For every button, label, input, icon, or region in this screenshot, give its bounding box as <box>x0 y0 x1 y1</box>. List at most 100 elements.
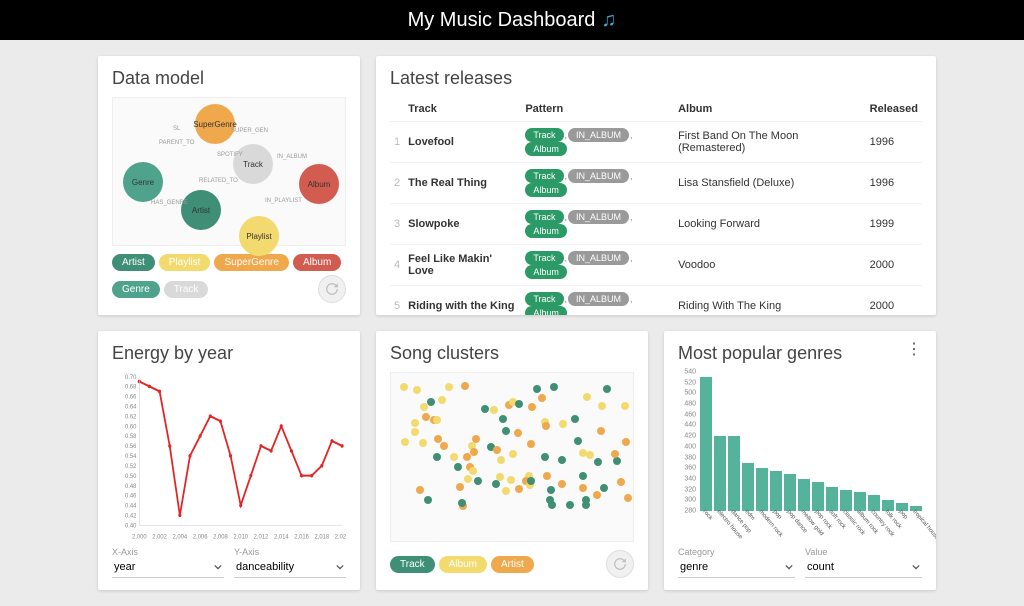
cluster-node[interactable] <box>474 477 482 485</box>
x-axis-select[interactable]: year <box>112 557 224 578</box>
table-row[interactable]: 4 Feel Like Makin' Love Track,IN_ALBUM,A… <box>390 245 922 286</box>
cluster-node[interactable] <box>507 476 515 484</box>
bar-pop[interactable]: pop <box>896 503 908 511</box>
cluster-node[interactable] <box>470 448 478 456</box>
cluster-node[interactable] <box>456 483 464 491</box>
cluster-node[interactable] <box>547 486 555 494</box>
cluster-node[interactable] <box>497 456 505 464</box>
graph-node-playlist[interactable]: Playlist <box>239 216 279 256</box>
category-select[interactable]: genre <box>678 557 795 578</box>
bar-country-rock[interactable]: country rock <box>868 495 880 511</box>
bar-soft-rock[interactable]: soft rock <box>826 487 838 511</box>
bar-mellow-gold[interactable]: mellow gold <box>798 479 810 511</box>
cluster-node[interactable] <box>515 400 523 408</box>
refresh-button[interactable] <box>318 275 346 303</box>
cluster-node[interactable] <box>527 440 535 448</box>
table-row[interactable]: 5 Riding with the King Track,IN_ALBUM,Al… <box>390 286 922 316</box>
cluster-node[interactable] <box>427 398 435 406</box>
graph-node-album[interactable]: Album <box>299 164 339 204</box>
cluster-node[interactable] <box>533 385 541 393</box>
card-menu-button[interactable]: ⋮ <box>906 343 922 357</box>
cluster-node[interactable] <box>558 480 566 488</box>
cluster-node[interactable] <box>603 385 611 393</box>
cluster-node[interactable] <box>461 382 469 390</box>
cluster-node[interactable] <box>527 477 535 485</box>
bar-pop[interactable]: pop <box>770 471 782 511</box>
cluster-node[interactable] <box>438 396 446 404</box>
cluster-node[interactable] <box>538 394 546 402</box>
y-axis-select[interactable]: danceability <box>234 557 346 578</box>
cluster-node[interactable] <box>493 446 501 454</box>
genres-bar-chart[interactable]: 2803003203403603804004204404604805005205… <box>678 372 922 541</box>
cluster-node[interactable] <box>433 453 441 461</box>
refresh-button[interactable] <box>606 550 634 578</box>
cluster-node[interactable] <box>543 472 551 480</box>
table-row[interactable]: 1 Lovefool Track,IN_ALBUM,Album First Ba… <box>390 122 922 163</box>
cluster-node[interactable] <box>502 427 510 435</box>
bar-tropical-house[interactable]: tropical house <box>910 506 922 511</box>
cluster-node[interactable] <box>600 484 608 492</box>
bar-dance-pop[interactable]: dance pop <box>728 436 740 511</box>
bar-modern-rock[interactable]: modern rock <box>756 468 768 511</box>
bar-pop-dance[interactable]: pop dance <box>784 474 796 511</box>
cluster-node[interactable] <box>613 457 621 465</box>
energy-chart[interactable]: 0.400.420.440.460.480.500.520.540.560.58… <box>112 372 346 541</box>
bar-album-rock[interactable]: album rock <box>854 492 866 511</box>
cluster-node[interactable] <box>433 416 441 424</box>
cluster-node[interactable] <box>528 403 536 411</box>
cluster-node[interactable] <box>541 453 549 461</box>
data-model-graph[interactable]: SuperGenreTrackAlbumGenreArtistPlaylistS… <box>112 97 346 246</box>
cluster-node[interactable] <box>411 419 419 427</box>
cluster-node[interactable] <box>559 420 567 428</box>
cluster-node[interactable] <box>579 472 587 480</box>
cluster-node[interactable] <box>424 496 432 504</box>
chip-artist[interactable]: Artist <box>112 254 155 271</box>
bar-rock[interactable]: rock <box>700 377 712 511</box>
cluster-node[interactable] <box>579 484 587 492</box>
cluster-node[interactable] <box>502 487 510 495</box>
table-row[interactable]: 2 The Real Thing Track,IN_ALBUM,Album Li… <box>390 163 922 204</box>
cluster-node[interactable] <box>440 442 448 450</box>
cluster-node[interactable] <box>597 427 605 435</box>
bar-classic-rock[interactable]: classic rock <box>840 490 852 511</box>
cluster-node[interactable] <box>624 494 632 502</box>
graph-node-genre[interactable]: Genre <box>123 162 163 202</box>
cluster-node[interactable] <box>450 453 458 461</box>
cluster-node[interactable] <box>490 406 498 414</box>
chip-album[interactable]: Album <box>293 254 341 271</box>
graph-node-artist[interactable]: Artist <box>181 190 221 230</box>
chip-artist[interactable]: Artist <box>491 556 534 573</box>
cluster-node[interactable] <box>499 415 507 423</box>
value-select[interactable]: count <box>805 557 922 578</box>
cluster-node[interactable] <box>400 383 408 391</box>
chip-playlist[interactable]: Playlist <box>159 254 211 271</box>
cluster-graph[interactable] <box>390 372 634 542</box>
graph-node-track[interactable]: Track <box>233 144 273 184</box>
cluster-node[interactable] <box>401 438 409 446</box>
cluster-node[interactable] <box>611 450 619 458</box>
bar-electro-house[interactable]: electro house <box>714 436 726 511</box>
cluster-node[interactable] <box>622 438 630 446</box>
cluster-node[interactable] <box>416 486 424 494</box>
cluster-node[interactable] <box>492 480 500 488</box>
bar-edm[interactable]: edm <box>742 463 754 511</box>
cluster-node[interactable] <box>509 450 517 458</box>
cluster-node[interactable] <box>550 383 558 391</box>
cluster-node[interactable] <box>593 491 601 499</box>
cluster-node[interactable] <box>542 422 550 430</box>
cluster-node[interactable] <box>617 478 625 486</box>
cluster-node[interactable] <box>445 383 453 391</box>
cluster-node[interactable] <box>420 403 428 411</box>
cluster-node[interactable] <box>594 458 602 466</box>
chip-album[interactable]: Album <box>439 556 487 573</box>
cluster-node[interactable] <box>583 393 591 401</box>
cluster-node[interactable] <box>463 453 471 461</box>
chip-supergenre[interactable]: SuperGenre <box>214 254 288 271</box>
cluster-node[interactable] <box>464 475 472 483</box>
cluster-node[interactable] <box>411 428 419 436</box>
cluster-node[interactable] <box>454 463 462 471</box>
chip-track[interactable]: Track <box>390 556 435 573</box>
cluster-node[interactable] <box>469 467 477 475</box>
graph-node-supergenre[interactable]: SuperGenre <box>195 104 235 144</box>
cluster-node[interactable] <box>566 501 574 509</box>
